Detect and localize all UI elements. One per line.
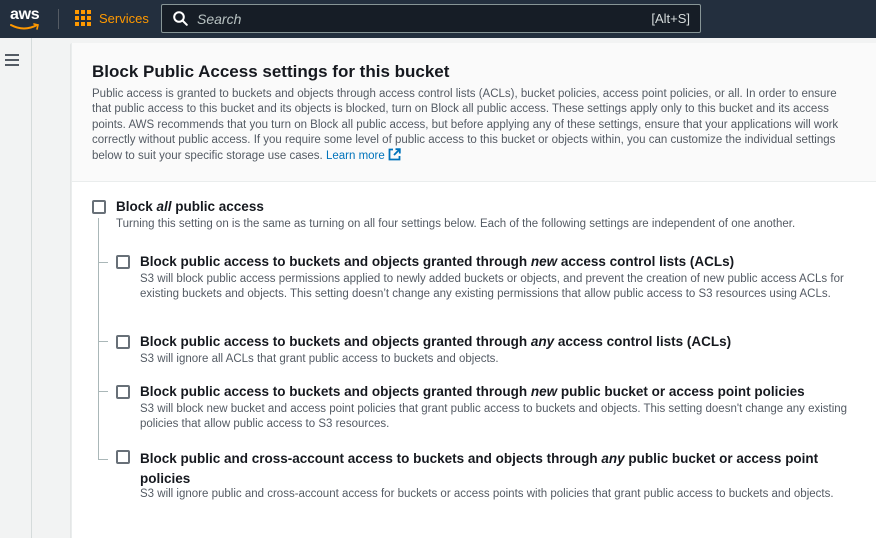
label-emphasis: all — [156, 199, 172, 214]
tree-branch — [98, 341, 108, 342]
block-any-acls-checkbox[interactable] — [116, 335, 130, 349]
learn-more-link[interactable]: Learn more — [325, 148, 401, 163]
block-all-public-access-checkbox[interactable] — [92, 200, 106, 214]
nav-divider — [58, 9, 59, 29]
search-input[interactable] — [197, 9, 617, 28]
block-all-public-access-label[interactable]: Block all public access — [116, 199, 264, 214]
external-link-icon — [388, 148, 401, 161]
block-all-public-access-description: Turning this setting on is the same as t… — [116, 218, 796, 230]
label-part: access control lists (ACLs) — [554, 334, 732, 349]
block-new-policies-description: S3 will block new bucket and access poin… — [140, 403, 848, 431]
label-part: access control lists (ACLs) — [557, 254, 735, 269]
label-part: Block — [116, 199, 157, 214]
tree-branch — [98, 459, 108, 460]
panel-description: Public access is granted to buckets and … — [92, 87, 854, 164]
menu-icon[interactable] — [5, 54, 19, 66]
label-emphasis: any — [601, 451, 625, 466]
search-box[interactable]: [Alt+S] — [161, 4, 701, 33]
services-menu-button[interactable]: Services — [75, 10, 149, 26]
label-part: Block public access to buckets and objec… — [140, 334, 531, 349]
services-label: Services — [99, 10, 149, 26]
panel-description-text: Public access is granted to buckets and … — [92, 88, 839, 163]
block-new-acls-label[interactable]: Block public access to buckets and objec… — [140, 254, 734, 269]
block-new-policies-checkbox[interactable] — [116, 385, 130, 399]
label-part: Block public access to buckets and objec… — [140, 384, 531, 399]
block-any-policies-description: S3 will ignore public and cross-account … — [140, 488, 834, 500]
aws-logo[interactable]: aws — [9, 5, 43, 33]
block-any-acls-label[interactable]: Block public access to buckets and objec… — [140, 334, 731, 349]
label-part: Block public and cross-account access to… — [140, 451, 602, 466]
block-new-policies-label[interactable]: Block public access to buckets and objec… — [140, 384, 805, 399]
label-part: public bucket or access point policies — [557, 384, 805, 399]
aws-smile-icon — [10, 23, 39, 30]
panel-header: Block Public Access settings for this bu… — [72, 43, 876, 182]
label-emphasis: new — [530, 384, 558, 399]
block-any-acls-description: S3 will ignore all ACLs that grant publi… — [140, 353, 499, 365]
tree-branch — [98, 262, 108, 263]
label-emphasis: any — [530, 334, 555, 349]
tree-branch — [98, 391, 108, 392]
label-part: Block public access to buckets and objec… — [140, 254, 531, 269]
panel-title: Block Public Access settings for this bu… — [92, 62, 450, 81]
block-public-access-panel: Block Public Access settings for this bu… — [71, 43, 876, 538]
block-any-policies-checkbox[interactable] — [116, 450, 130, 464]
label-part: public access — [171, 199, 264, 214]
label-emphasis: new — [530, 254, 558, 269]
top-navigation-bar: aws Services [Alt+S] — [0, 0, 876, 38]
block-new-acls-description: S3 will block public access permissions … — [140, 273, 844, 301]
search-icon — [173, 11, 188, 26]
search-shortcut-hint: [Alt+S] — [651, 11, 690, 26]
block-any-policies-label[interactable]: Block public and cross-account access to… — [140, 449, 840, 489]
learn-more-label: Learn more — [325, 150, 385, 163]
left-navigation-rail — [0, 38, 32, 538]
aws-logo-text: aws — [10, 6, 40, 23]
tree-connector-line — [98, 218, 99, 460]
block-new-acls-checkbox[interactable] — [116, 255, 130, 269]
grid-icon — [75, 10, 91, 26]
